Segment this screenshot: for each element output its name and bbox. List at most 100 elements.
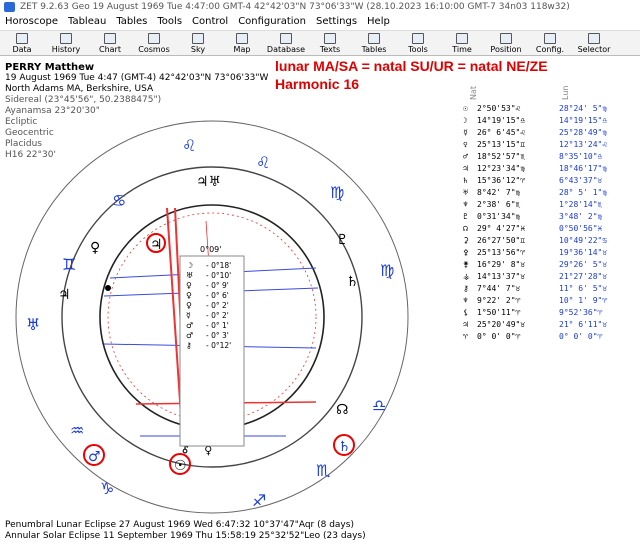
data-icon [16,33,28,44]
config-icon [544,33,556,44]
table-row: ⚷ 7°44' 7"♉ 11° 6' 5"♉ [463,284,608,293]
axis-dot [105,285,111,291]
tools-icon [412,33,424,44]
chart-icon [104,33,116,44]
planet-glyph: ☊ [336,402,348,418]
sign-glyph: ♍ [330,183,344,202]
menu-tableau[interactable]: Tableau [63,14,111,30]
menu-horoscope[interactable]: Horoscope [0,14,63,30]
sign-glyph: ♌ [256,153,270,172]
table-row: ♅ 8°42' 7"♍ 28° 5' 1"♍ [463,188,608,197]
midpoint-glyph: ♂ [186,331,193,340]
database-icon [280,33,292,44]
table-row: ⚴ 25°13'56"♈ 19°36'14"♉ [463,248,608,257]
history-icon [60,33,72,44]
menu-tables[interactable]: Tables [111,14,152,30]
sign-glyph: ♋ [112,191,126,210]
menu-control[interactable]: Control [187,14,233,30]
planet-glyph: ♀ [90,240,100,256]
table-row: ♆ 2°38' 6"♏ 1°28'14"♏ [463,200,603,209]
toolbar-map-button[interactable]: Map [220,31,264,57]
toolbar-config-button[interactable]: Config. [528,31,572,57]
position-icon [500,33,512,44]
planet-glyph: ♃ [58,287,71,303]
menu-help[interactable]: Help [362,14,395,30]
toolbar-sky-button[interactable]: Sky [176,31,220,57]
planet-glyph: ☉ [174,458,187,474]
toolbar-time-button[interactable]: Time [440,31,484,57]
midpoint-row: - 0° 1' [206,321,229,330]
sign-glyph: ♊ [62,255,76,274]
midpoint-row: - 0° 2' [206,301,229,310]
sign-glyph: ♍ [380,261,394,280]
cosmos-icon [148,33,160,44]
table-row: ♂ 18°52'57"♏ 8°35'10"♎ [463,152,603,161]
midpoint-glyph: ♀ [186,291,192,300]
midpoint-glyph: ♀ [186,301,192,310]
midpoint-glyph: ☽ [186,261,193,270]
table-row: ♃ 12°23'34"♍ 18°46'17"♍ [463,164,608,173]
lunar-eclipse-line: Penumbral Lunar Eclipse 27 August 1969 W… [5,520,354,530]
sign-glyph: ♅ [26,315,40,334]
table-row: ☿ 26° 6'45"♌ 25°28'49"♍ [463,128,608,137]
toolbar-data-button[interactable]: Data [0,31,44,57]
window-titlebar: ZET 9.2.63 Geo 19 August 1969 Tue 4:47:0… [0,0,640,14]
midpoint-row: - 0°10' [206,271,231,280]
sign-glyph: ♏ [316,461,330,480]
midpoint-row: - 0° 3' [206,331,229,340]
planet-glyph: ♇ [336,232,349,248]
toolbar-chart-button[interactable]: Chart [88,31,132,57]
table-row: ☊ 29° 4'27"♓ 0°50'56"♓ [463,224,603,233]
table-row: ♇ 0°31'34"♍ 3°48' 2"♍ [463,212,603,221]
toolbar-texts-button[interactable]: Texts [308,31,352,57]
lunar-column-header: Lun [561,85,570,100]
planet-glyph: ♄ [346,274,359,290]
planet-glyph: ♂ [88,449,101,465]
midpoint-row: - 0° 9' [206,281,229,290]
planet-glyph: ♃♅ [196,174,221,190]
window-title: ZET 9.2.63 Geo 19 August 1969 Tue 4:47:0… [20,2,570,12]
map-icon [236,33,248,44]
toolbar: Data History Chart Cosmos Sky Map Databa… [0,30,640,56]
planet-glyph: ♄ [338,439,351,455]
app-icon [4,2,15,12]
sky-icon [192,33,204,44]
planet-glyph: ♃ [150,237,163,253]
menu-settings[interactable]: Settings [311,14,362,30]
toolbar-position-button[interactable]: Position [484,31,528,57]
sign-glyph: ♐ [252,491,266,510]
midpoint-glyph: ♂ [186,321,193,330]
midpoint-row: - 0° 2' [206,311,229,320]
sign-glyph: ♌ [182,136,196,155]
table-row: ♄ 15°36'12"♈ 6°43'37"♉ [463,176,603,185]
toolbar-selector-button[interactable]: Selector [572,31,616,57]
table-row: ⚳ 26°27'50"♊ 10°49'22"♋ [463,236,608,245]
sign-glyph: ♒ [70,421,84,440]
table-row: ⚸ 1°50'11"♈ 9°52'36"♈ [463,308,603,317]
menu-tools[interactable]: Tools [152,14,187,30]
eclipse-footer: Penumbral Lunar Eclipse 27 August 1969 W… [5,520,366,542]
midpoint-row: - 0° 6' [206,291,229,300]
solar-eclipse-line: Annular Solar Eclipse 11 September 1969 … [5,531,366,541]
sign-glyph: ♑ [100,479,114,498]
midpoint-glyph: ♀ [186,281,192,290]
midpoint-glyph: ☿ [186,311,191,320]
toolbar-database-button[interactable]: Database [264,31,308,57]
table-row: ⚵ 16°29' 8"♉ 29°26' 5"♉ [463,260,608,269]
midpoint-top-label: 0°09' [200,245,221,254]
texts-icon [324,33,336,44]
toolbar-history-button[interactable]: History [44,31,88,57]
toolbar-tables-button[interactable]: Tables [352,31,396,57]
menu-bar: Horoscope Tableau Tables Tools Control C… [0,14,640,30]
table-row: ☉ 2°50'53"♌ 28°24' 5"♍ [463,104,608,113]
midpoint-row: - 0°12' [206,341,231,350]
time-icon [456,33,468,44]
midpoint-glyph: ♅ [186,271,193,280]
menu-configuration[interactable]: Configuration [233,14,311,30]
tables-icon [368,33,380,44]
midpoint-row: - 0°18' [206,261,231,270]
toolbar-tools-button[interactable]: Tools [396,31,440,57]
chart-wheel[interactable]: ♌ ♋ ♊ ♒ ♑ ♐ ♏ ♎ ♍ ♍ ♌ ♅ ♃♅ ♀ ♃ ♇ ♄ ☊ ⚷ ☿… [0,56,460,520]
toolbar-cosmos-button[interactable]: Cosmos [132,31,176,57]
table-row: ♈ 0° 0' 0"♈ 0° 0' 0"♈ [463,332,603,341]
